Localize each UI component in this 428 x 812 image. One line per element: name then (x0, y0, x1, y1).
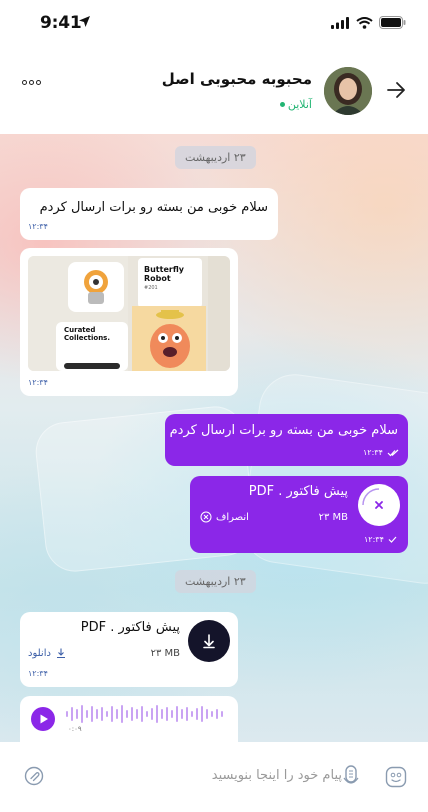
incoming-image-message[interactable]: Curated Collections. Butterfly Robot #20… (20, 248, 238, 396)
monster-illustration (150, 310, 190, 368)
signal-icon (331, 16, 349, 29)
location-arrow-icon (79, 16, 90, 27)
status-indicators (331, 16, 406, 29)
more-options-icon[interactable] (22, 80, 41, 85)
online-status: آنلاین (279, 98, 312, 111)
cancel-upload-button[interactable] (358, 484, 400, 526)
double-check-icon (387, 449, 399, 457)
avatar-image (324, 67, 372, 115)
play-button[interactable] (31, 707, 55, 731)
check-icon (388, 536, 397, 543)
message-input-bar: پیام خود را اینجا بنویسید (0, 742, 428, 812)
shared-image[interactable]: Curated Collections. Butterfly Robot #20… (28, 256, 230, 371)
microphone-icon[interactable] (341, 764, 361, 790)
battery-icon (379, 16, 406, 29)
message-time: ۱۲:۳۴ (28, 222, 48, 231)
chat-area[interactable]: ۲۳ اردیبهشت سلام خوبی من بسته رو برات ار… (0, 134, 428, 742)
incoming-message[interactable]: سلام خوبی من بسته رو برات ارسال کردم ۱۲:… (20, 188, 278, 240)
incoming-file-message[interactable]: پیش فاکتور . PDF ۲۳ MB دانلود ۱۲:۳۴ (20, 612, 238, 687)
file-name: پیش فاکتور . PDF (248, 484, 348, 499)
download-file-button[interactable] (188, 620, 230, 662)
outgoing-file-message[interactable]: پیش فاکتور . PDF ۲۳ MB انصراف ۱۲:۳۴ (190, 476, 408, 553)
download-icon (203, 634, 215, 649)
message-text: سلام خوبی من بسته رو برات ارسال کردم (169, 423, 398, 438)
incoming-voice-message[interactable]: ۰:۰۹ (20, 696, 238, 742)
emoji-sticker-icon[interactable] (385, 766, 407, 788)
image-badge: Butterfly Robot (144, 265, 184, 283)
upload-progress-icon (362, 488, 383, 509)
online-dot-icon (279, 102, 285, 107)
message-time: ۱۲:۳۴ (363, 448, 383, 457)
image-number: #201 (144, 285, 158, 291)
chat-header: محبوبه محبوبی اصل آنلاین (0, 46, 428, 134)
status-bar: 9:41 (0, 0, 428, 46)
waveform[interactable] (66, 704, 232, 724)
message-time: ۱۲:۳۴ (28, 378, 48, 387)
voice-duration: ۰:۰۹ (68, 725, 82, 733)
cancel-label: انصراف (216, 511, 249, 523)
file-name: پیش فاکتور . PDF (80, 620, 180, 635)
attach-icon[interactable] (24, 766, 44, 786)
play-icon (40, 714, 48, 724)
download-label: دانلود (28, 647, 51, 659)
file-size: ۲۳ MB (318, 512, 348, 523)
close-circle-icon (200, 511, 212, 523)
status-time: 9:41 (40, 13, 82, 33)
avatar[interactable] (324, 67, 372, 115)
message-time: ۱۲:۳۴ (364, 535, 384, 544)
date-separator: ۲۳ اردیبهشت (175, 146, 256, 169)
online-label: آنلاین (287, 98, 312, 111)
date-separator: ۲۳ اردیبهشت (175, 570, 256, 593)
file-size: ۲۳ MB (150, 648, 180, 659)
outgoing-message[interactable]: سلام خوبی من بسته رو برات ارسال کردم ۱۲:… (165, 414, 408, 466)
wifi-icon (356, 16, 373, 29)
message-time: ۱۲:۳۴ (28, 669, 48, 678)
message-input[interactable]: پیام خود را اینجا بنویسید (212, 768, 342, 783)
download-button[interactable]: دانلود (28, 647, 67, 659)
message-text: سلام خوبی من بسته رو برات ارسال کردم (39, 200, 268, 215)
image-caption: Curated Collections. (64, 326, 111, 342)
back-arrow-icon[interactable] (386, 81, 406, 99)
robot-illustration (84, 270, 108, 304)
download-small-icon (56, 648, 65, 659)
cancel-button[interactable]: انصراف (200, 511, 249, 523)
contact-name: محبوبه محبوبی اصل (161, 70, 312, 88)
